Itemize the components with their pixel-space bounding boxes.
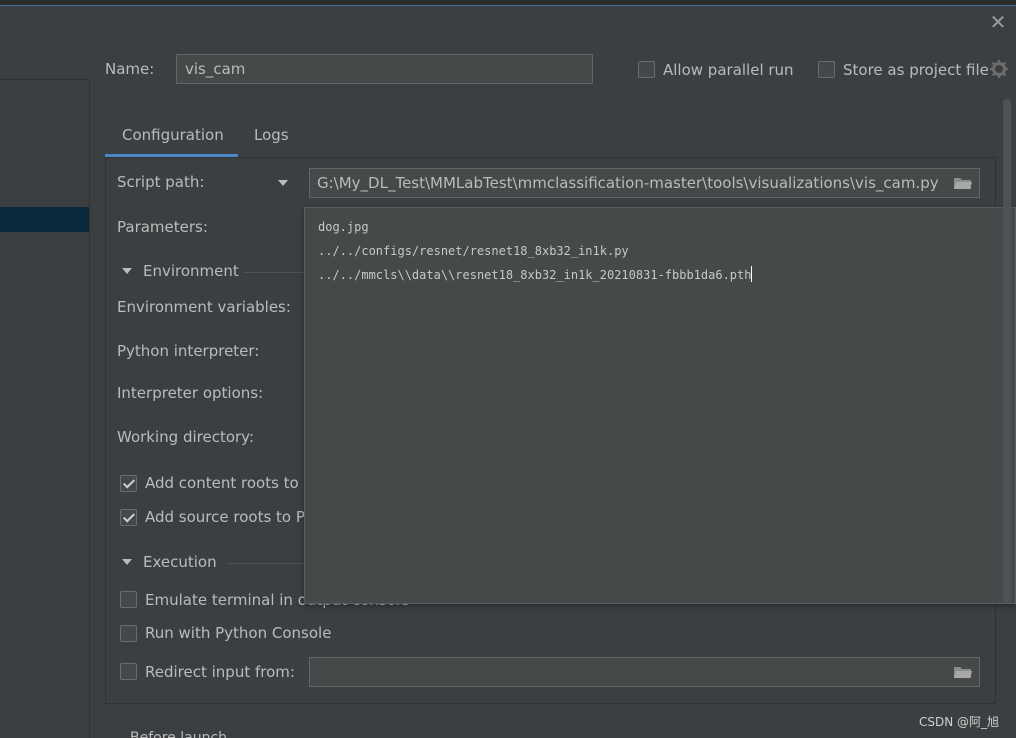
sidebar-selected-item[interactable] xyxy=(0,207,89,232)
store-as-project-file-checkbox[interactable] xyxy=(818,61,835,78)
run-with-python-console-label: Run with Python Console xyxy=(145,624,332,642)
name-field[interactable] xyxy=(176,54,593,84)
add-content-roots-label: Add content roots to xyxy=(145,474,299,492)
environment-section-header[interactable]: Environment xyxy=(143,262,239,280)
script-path-input[interactable]: G:\My_DL_Test\MMLabTest\mmclassification… xyxy=(309,168,980,198)
tab-configuration[interactable]: Configuration xyxy=(122,126,224,144)
execution-section-header[interactable]: Execution xyxy=(143,553,217,571)
chevron-down-icon[interactable] xyxy=(278,180,288,186)
tab-logs[interactable]: Logs xyxy=(254,126,289,144)
parameters-expanded-editor[interactable]: dog.jpg ../../configs/resnet/resnet18_8x… xyxy=(304,207,1016,604)
title-bar-strip xyxy=(0,0,1016,6)
collapse-triangle-icon[interactable] xyxy=(122,268,132,274)
close-icon[interactable]: ✕ xyxy=(986,10,1010,34)
environment-variables-label: Environment variables: xyxy=(117,298,291,316)
watermark: CSDN @阿_旭 xyxy=(919,715,1000,729)
gear-icon[interactable] xyxy=(990,60,1008,78)
add-source-roots-label: Add source roots to P xyxy=(145,508,305,526)
parameter-line[interactable]: dog.jpg xyxy=(305,215,1015,239)
execution-divider xyxy=(228,563,305,564)
before-launch-header[interactable]: Before launch xyxy=(130,730,227,738)
redirect-input-label: Redirect input from: xyxy=(145,663,295,681)
folder-icon[interactable] xyxy=(953,175,973,191)
script-path-label: Script path: xyxy=(117,173,205,191)
add-content-roots-checkbox[interactable] xyxy=(120,475,137,492)
add-source-roots-checkbox[interactable] xyxy=(120,509,137,526)
text-caret xyxy=(751,266,753,282)
emulate-terminal-checkbox[interactable] xyxy=(120,591,137,608)
redirect-input-checkbox[interactable] xyxy=(120,663,137,680)
store-as-project-file-label: Store as project file xyxy=(843,61,989,79)
configurations-sidebar xyxy=(0,79,90,738)
folder-icon[interactable] xyxy=(953,664,973,680)
interpreter-options-label: Interpreter options: xyxy=(117,384,264,402)
vertical-scrollbar[interactable] xyxy=(1003,99,1011,604)
parameter-line[interactable]: ../../mmcls\\data\\resnet18_8xb32_in1k_2… xyxy=(305,263,1015,287)
parameter-line[interactable]: ../../configs/resnet/resnet18_8xb32_in1k… xyxy=(305,239,1015,263)
allow-parallel-run-checkbox[interactable] xyxy=(638,61,655,78)
name-label: Name: xyxy=(105,60,155,78)
collapse-triangle-icon[interactable] xyxy=(122,559,132,565)
parameter-line-text: ../../mmcls\\data\\resnet18_8xb32_in1k_2… xyxy=(318,268,752,282)
working-directory-label: Working directory: xyxy=(117,428,255,446)
python-interpreter-label: Python interpreter: xyxy=(117,342,260,360)
run-with-python-console-checkbox[interactable] xyxy=(120,625,137,642)
environment-divider xyxy=(243,272,305,273)
parameters-label: Parameters: xyxy=(117,218,208,236)
active-tab-indicator xyxy=(105,154,238,157)
allow-parallel-run-label: Allow parallel run xyxy=(663,61,794,79)
redirect-input-field[interactable] xyxy=(309,657,980,687)
